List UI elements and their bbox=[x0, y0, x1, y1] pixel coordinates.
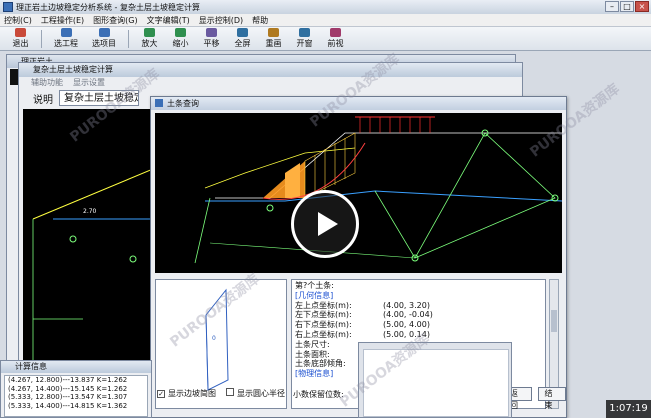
calc-log-line: (4.267, 12.800)---13.837 K=1.262 bbox=[8, 376, 128, 384]
app-logo-icon bbox=[3, 2, 13, 12]
info-row: [几何信息] bbox=[295, 290, 334, 300]
exit-button[interactable]: 退出 bbox=[6, 28, 35, 50]
info-row: 右下点坐标(m): (5.00, 4.00) bbox=[295, 320, 430, 330]
fullscreen-icon bbox=[237, 28, 248, 37]
zoom-out-button[interactable]: 缩小 bbox=[166, 28, 195, 50]
info-row: 左上点坐标(m): (4.00, 3.20) bbox=[295, 300, 430, 310]
window-icon bbox=[155, 99, 163, 107]
svg-text:0: 0 bbox=[212, 335, 216, 342]
slope-calc-title: 复杂土层土坡稳定计算 bbox=[19, 63, 522, 77]
list-icon bbox=[98, 28, 110, 37]
tab-description[interactable]: 说明 bbox=[33, 91, 53, 106]
scrollbar-thumb[interactable] bbox=[551, 310, 557, 332]
toolbar-separator bbox=[41, 30, 42, 48]
app-window: 理正岩土边坡稳定分析系统 - 复杂土层土坡稳定计算 – □ × 控制(C) 工程… bbox=[0, 0, 651, 418]
menu-control[interactable]: 控制(C) bbox=[4, 15, 32, 26]
display-options: ✓ 显示边坡简图 显示圆心半径 bbox=[157, 388, 285, 399]
calc-info-log[interactable]: (4.267, 12.800)---13.837 K=1.262 (4.267,… bbox=[4, 375, 148, 417]
calc-log-line: (5.333, 12.800)---13.547 K=1.307 bbox=[8, 393, 128, 401]
end-button[interactable]: 结束 bbox=[537, 387, 566, 410]
info-row: 第?个土条: bbox=[295, 281, 334, 290]
close-button[interactable]: × bbox=[635, 1, 649, 12]
menu-text[interactable]: 文字编辑(T) bbox=[147, 15, 190, 26]
slice-query-title: 土条查询 bbox=[167, 99, 199, 108]
select-item-button[interactable]: 选项目 bbox=[86, 28, 122, 50]
checkbox-checked-icon: ✓ bbox=[157, 390, 165, 398]
menu-display[interactable]: 显示控制(D) bbox=[199, 15, 243, 26]
menu-help[interactable]: 帮助 bbox=[252, 15, 268, 26]
right-background bbox=[567, 96, 651, 418]
pan-icon bbox=[206, 28, 217, 37]
zoom-in-icon bbox=[144, 28, 155, 37]
maximize-button[interactable]: □ bbox=[620, 1, 634, 12]
play-button[interactable] bbox=[291, 190, 359, 258]
calc-log-line: (5.333, 14.400)---14.815 K=1.362 bbox=[8, 401, 128, 410]
show-edge-checkbox[interactable]: ✓ 显示边坡简图 bbox=[157, 388, 216, 399]
slope-slice-diagram bbox=[194, 116, 563, 264]
slope-calc-menu: 辅助功能 显示设置 bbox=[19, 77, 522, 89]
exit-icon bbox=[15, 28, 26, 37]
zoom-in-button[interactable]: 放大 bbox=[135, 28, 164, 50]
select-project-button[interactable]: 选工程 bbox=[48, 28, 84, 50]
checkbox-unchecked-icon bbox=[226, 388, 234, 396]
calc-info-title: 计算信息 bbox=[1, 361, 151, 373]
window-icon bbox=[299, 28, 310, 37]
soil-layer-lines bbox=[194, 129, 559, 264]
redraw-button[interactable]: 重画 bbox=[259, 28, 288, 50]
app-title: 理正岩土边坡稳定分析系统 - 复杂土层土坡稳定计算 bbox=[16, 2, 200, 12]
info-row: 左下点坐标(m): (4.00, -0.04) bbox=[295, 310, 433, 320]
app-titlebar: 理正岩土边坡稳定分析系统 - 复杂土层土坡稳定计算 – □ × bbox=[0, 0, 651, 14]
svg-text:2.70: 2.70 bbox=[83, 208, 97, 215]
calc-log-line: (4.267, 14.400)---15.145 K=1.262 bbox=[8, 384, 128, 393]
redraw-icon bbox=[268, 28, 279, 37]
front-view-button[interactable]: 前视 bbox=[321, 28, 350, 50]
window-controls: – □ × bbox=[605, 1, 649, 12]
menu-aux-functions[interactable]: 辅助功能 bbox=[31, 77, 63, 89]
pan-button[interactable]: 平移 bbox=[197, 28, 226, 50]
soil-slices bbox=[262, 132, 366, 200]
front-view-icon bbox=[330, 28, 341, 37]
menu-project[interactable]: 工程操作(E) bbox=[41, 15, 84, 26]
video-duration: 1:07:19 bbox=[606, 400, 651, 418]
open-window-button[interactable]: 开窗 bbox=[290, 28, 319, 50]
menu-graph[interactable]: 图形查询(G) bbox=[93, 15, 137, 26]
minimize-button[interactable]: – bbox=[605, 1, 619, 12]
show-radius-checkbox[interactable]: 显示圆心半径 bbox=[226, 388, 285, 399]
menu-display-settings[interactable]: 显示设置 bbox=[73, 77, 105, 89]
toolbar-separator bbox=[128, 30, 129, 48]
play-icon bbox=[318, 212, 338, 236]
folder-icon bbox=[60, 28, 72, 37]
fullscreen-button[interactable]: 全屏 bbox=[228, 28, 257, 50]
menu-bar: 控制(C) 工程操作(E) 图形查询(G) 文字编辑(T) 显示控制(D) 帮助 bbox=[0, 14, 651, 27]
slice-drawing-canvas[interactable] bbox=[155, 113, 563, 273]
slice-query-buttons: 返回 结束 bbox=[503, 387, 566, 410]
surface-load-arrows bbox=[355, 116, 435, 133]
calc-info-window: 计算信息 (4.267, 12.800)---13.837 K=1.262 (4… bbox=[0, 360, 152, 418]
zoom-out-icon bbox=[175, 28, 186, 37]
toolbar: 退出 选工程 选项目 放大 缩小 平移 全屏 重画 开窗 前视 bbox=[0, 27, 651, 51]
